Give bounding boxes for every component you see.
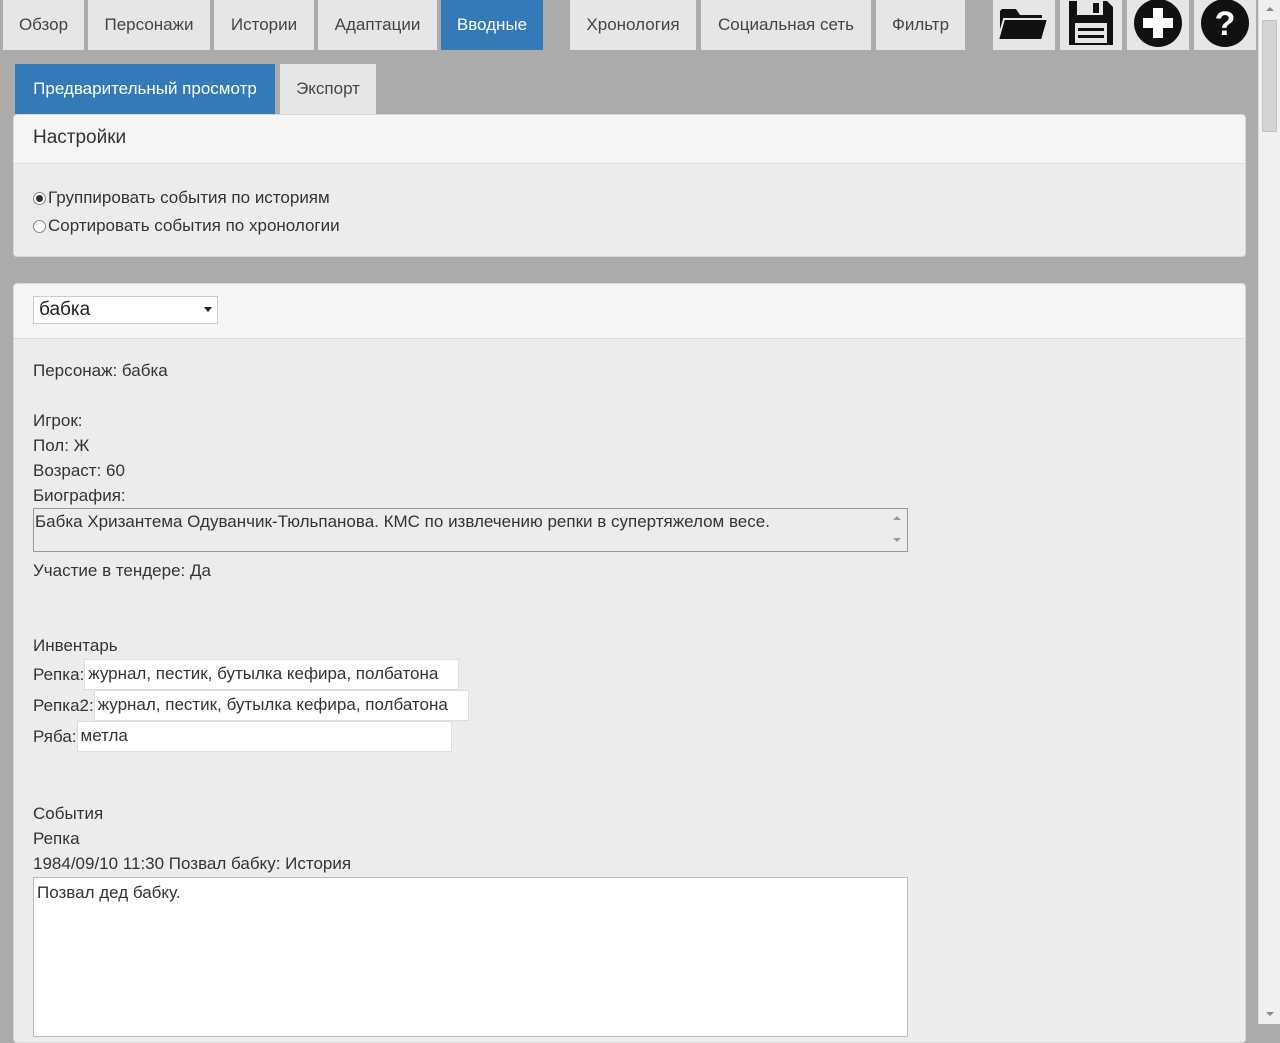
event-text: Позвал дед бабку. (37, 883, 181, 902)
tab-filter[interactable]: Фильтр (876, 0, 965, 50)
biography-scrollbar[interactable] (887, 509, 907, 551)
player-line: Игрок: (33, 411, 83, 430)
gender-line: Пол: Ж (33, 436, 90, 455)
help-button[interactable]: ? (1194, 0, 1256, 50)
radio-sort-by-timeline[interactable] (33, 219, 46, 233)
tab-stories[interactable]: Истории (214, 0, 314, 50)
inventory-input[interactable]: журнал, пестик, бутылка кефира, полбатон… (84, 659, 460, 690)
tab-characters[interactable]: Персонажи (88, 0, 210, 50)
scroll-down-icon[interactable] (893, 538, 901, 542)
event-story: Репка (33, 829, 80, 848)
subtab-export[interactable]: Экспорт (280, 64, 376, 114)
scroll-up-icon[interactable] (893, 516, 901, 520)
open-folder-icon (996, 3, 1050, 48)
inventory-title: Инвентарь (33, 636, 118, 655)
character-select[interactable]: бабка (33, 296, 218, 324)
event-textarea[interactable]: Позвал дед бабку. (33, 877, 908, 1037)
help-icon: ? (1200, 0, 1250, 53)
tender-line: Участие в тендере: Да (33, 561, 211, 580)
events-title: События (33, 804, 104, 823)
biography-label: Биография: (33, 486, 126, 505)
tab-overview[interactable]: Обзор (3, 0, 84, 50)
sort-by-timeline-option[interactable]: Сортировать события по хронологии (33, 216, 340, 236)
radio-label: Группировать события по историям (48, 188, 330, 207)
scrollbar-thumb[interactable] (1262, 20, 1277, 132)
group-by-stories-option[interactable]: Группировать события по историям (33, 188, 330, 208)
subtab-preview[interactable]: Предварительный просмотр (15, 64, 275, 114)
page-scrollbar[interactable] (1258, 0, 1280, 1024)
settings-heading: Настройки (14, 115, 1245, 164)
tab-social-network[interactable]: Социальная сеть (701, 0, 871, 50)
open-folder-button[interactable] (993, 0, 1055, 50)
inventory-label: Ряба: (33, 726, 77, 746)
svg-text:?: ? (1215, 5, 1236, 43)
radio-label: Сортировать события по хронологии (48, 216, 340, 235)
inventory-row: Репка2: журнал, пестик, бутылка кефира, … (33, 690, 469, 721)
inventory-row: Репка: журнал, пестик, бутылка кефира, п… (33, 659, 460, 690)
radio-group-by-stories[interactable] (33, 191, 46, 205)
settings-panel: Настройки Группировать события по истори… (13, 114, 1246, 257)
add-icon (1133, 0, 1183, 53)
tab-briefings[interactable]: Вводные (441, 0, 543, 50)
inventory-label: Репка: (33, 664, 85, 684)
biography-text: Бабка Хризантема Одуванчик-Тюльпанова. К… (35, 512, 770, 531)
character-select-value: бабка (39, 299, 91, 320)
tab-timeline[interactable]: Хронология (570, 0, 696, 50)
event-header: 1984/09/10 11:30 Позвал бабку: История (33, 854, 352, 873)
inventory-label: Репка2: (33, 695, 94, 715)
inventory-input[interactable]: метла (76, 721, 452, 752)
biography-textarea[interactable]: Бабка Хризантема Одуванчик-Тюльпанова. К… (33, 508, 908, 552)
scroll-up-icon[interactable] (1266, 7, 1274, 11)
tab-adaptations[interactable]: Адаптации (318, 0, 437, 50)
settings-title: Настройки (33, 127, 127, 148)
chevron-down-icon (204, 307, 212, 312)
character-panel: бабка Персонаж: бабка Игрок: Пол: Ж Возр… (13, 283, 1246, 1043)
save-icon (1067, 0, 1115, 52)
character-name: Персонаж: бабка (33, 361, 168, 380)
inventory-row: Ряба: метла (33, 721, 452, 752)
inventory-input[interactable]: журнал, пестик, бутылка кефира, полбатон… (93, 690, 469, 721)
save-button[interactable] (1060, 0, 1122, 50)
add-button[interactable] (1127, 0, 1189, 50)
age-line: Возраст: 60 (33, 461, 125, 480)
scroll-down-icon[interactable] (1266, 1012, 1274, 1016)
